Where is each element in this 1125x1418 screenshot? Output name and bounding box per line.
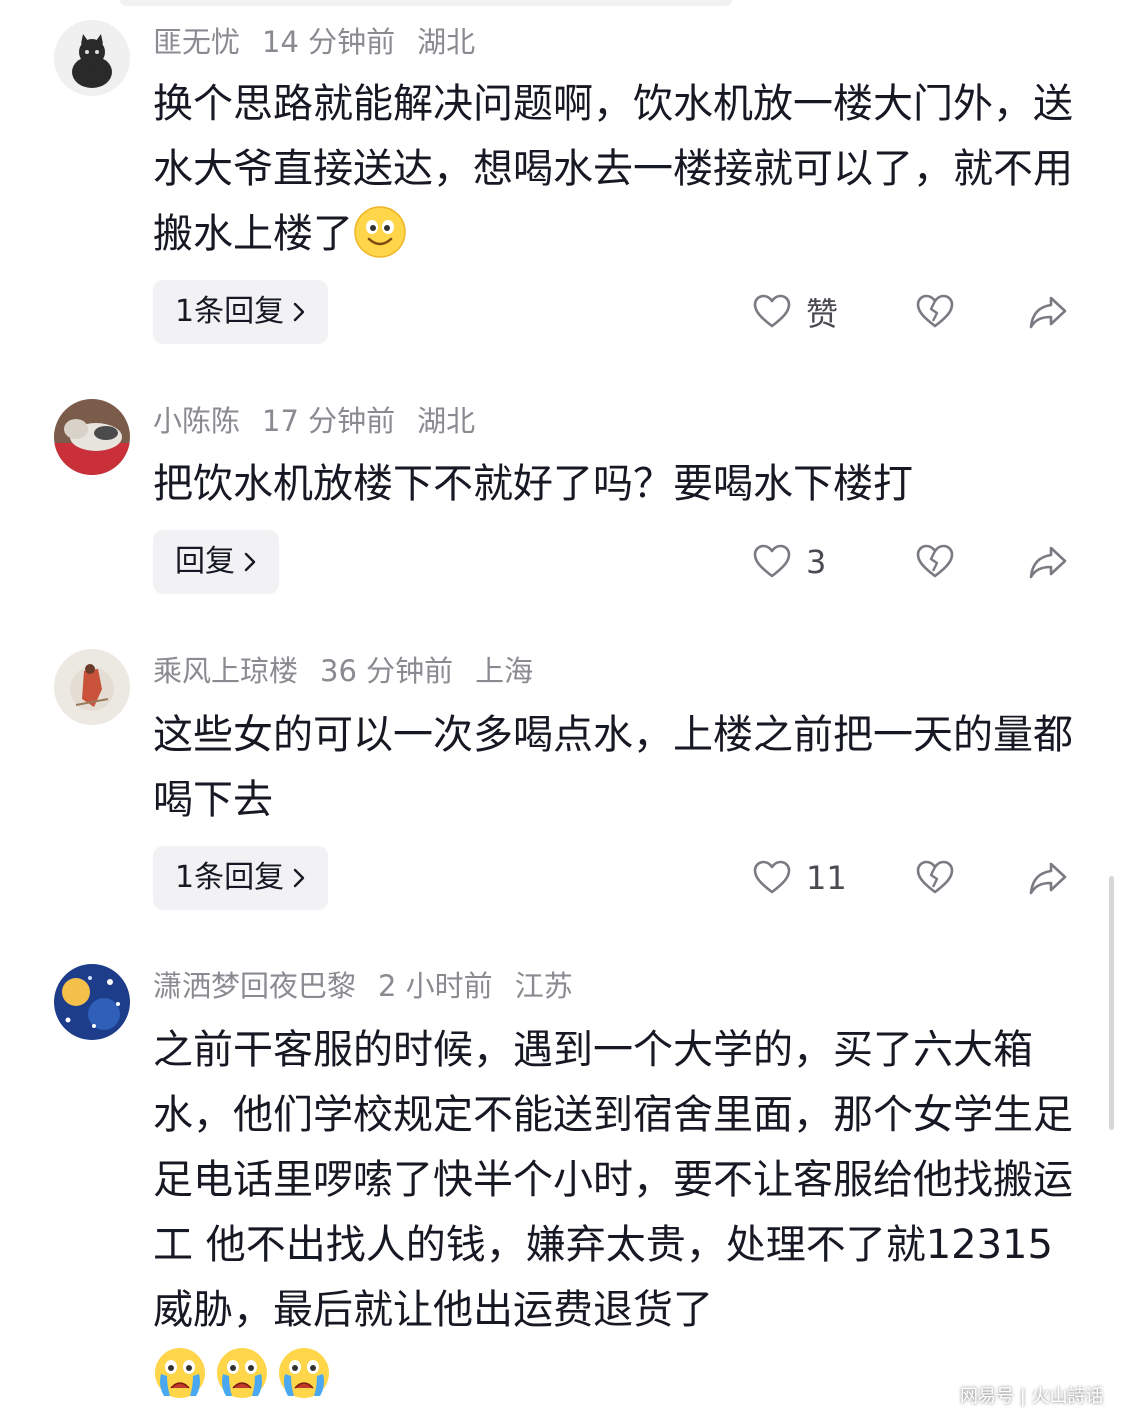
share-icon[interactable] xyxy=(1028,292,1068,332)
broken-heart-icon[interactable] xyxy=(915,858,955,898)
avatar[interactable] xyxy=(54,399,130,475)
comment-text-content: 把饮水机放楼下不就好了吗？要喝水下楼打 xyxy=(153,461,913,507)
broken-heart-icon[interactable] xyxy=(915,542,955,582)
avatar-painting-image xyxy=(54,649,130,725)
heart-icon xyxy=(753,860,791,894)
crying-emoji xyxy=(217,1348,267,1398)
comment-actions: 赞 xyxy=(0,280,1125,344)
comment-actions: 11 xyxy=(0,846,1125,910)
like-button[interactable]: 11 xyxy=(752,858,847,898)
avatar[interactable] xyxy=(54,964,130,1040)
avatar-cat-photo-image xyxy=(54,399,130,475)
comment-text: 之前干客服的时候，遇到一个大学的，买了六大箱水，他们学校规定不能送到宿舍里面，那… xyxy=(153,1018,1083,1408)
like-label: 赞 xyxy=(806,295,839,333)
comment-time: 2 小时前 xyxy=(378,969,493,1003)
share-icon[interactable] xyxy=(1028,542,1068,582)
comment-location: 江苏 xyxy=(514,969,573,1003)
previous-comment-edge xyxy=(120,0,732,6)
comment-text-content: 换个思路就能解决问题啊，饮水机放一楼大门外，送水大爷直接送达，想喝水去一楼接就可… xyxy=(153,81,1073,257)
like-count: 3 xyxy=(806,543,827,581)
like-count: 11 xyxy=(806,859,847,897)
comment-time: 14 分钟前 xyxy=(262,25,396,59)
heart-icon xyxy=(753,294,791,328)
comment-location: 湖北 xyxy=(417,404,476,438)
comment-meta: 小陈陈 17 分钟前 湖北 xyxy=(153,401,497,441)
comment-meta: 乘风上琼楼 36 分钟前 上海 xyxy=(153,651,555,691)
avatar[interactable] xyxy=(54,649,130,725)
comment-location: 上海 xyxy=(475,654,534,688)
avatar-black-cat-image xyxy=(54,20,130,96)
comment-location: 湖北 xyxy=(417,25,476,59)
author-name[interactable]: 潇洒梦回夜巴黎 xyxy=(153,969,356,1003)
like-button[interactable]: 3 xyxy=(752,542,826,582)
comment-time: 17 分钟前 xyxy=(262,404,396,438)
comment-text-content: 这些女的可以一次多喝点水，上楼之前把一天的量都喝下去 xyxy=(153,712,1073,823)
broken-heart-icon[interactable] xyxy=(915,292,955,332)
author-name[interactable]: 乘风上琼楼 xyxy=(153,654,298,688)
comment-text: 换个思路就能解决问题啊，饮水机放一楼大门外，送水大爷直接送达，想喝水去一楼接就可… xyxy=(153,72,1083,267)
comment-meta: 潇洒梦回夜巴黎 2 小时前 江苏 xyxy=(153,966,595,1006)
comment-meta: 匪无忧 14 分钟前 湖北 xyxy=(153,22,497,62)
comment-actions: 3 xyxy=(0,530,1125,594)
watermark: 网易号 | 火山詩话 xyxy=(960,1386,1104,1407)
comment-text-content: 之前干客服的时候，遇到一个大学的，买了六大箱水，他们学校规定不能送到宿舍里面，那… xyxy=(153,1027,1073,1333)
comment-time: 36 分钟前 xyxy=(320,654,454,688)
heart-icon xyxy=(753,544,791,578)
crying-emoji xyxy=(155,1348,205,1398)
smile-emoji xyxy=(354,206,406,258)
comment-text: 把饮水机放楼下不就好了吗？要喝水下楼打 xyxy=(153,452,1083,517)
crying-emoji xyxy=(279,1348,329,1398)
scrollbar[interactable] xyxy=(1109,876,1114,1130)
avatar[interactable] xyxy=(54,20,130,96)
author-name[interactable]: 小陈陈 xyxy=(153,404,240,438)
avatar-night-sky-image xyxy=(54,964,130,1040)
like-button[interactable]: 赞 xyxy=(752,292,839,333)
comment-text: 这些女的可以一次多喝点水，上楼之前把一天的量都喝下去 xyxy=(153,703,1083,833)
author-name[interactable]: 匪无忧 xyxy=(153,25,240,59)
share-icon[interactable] xyxy=(1028,858,1068,898)
